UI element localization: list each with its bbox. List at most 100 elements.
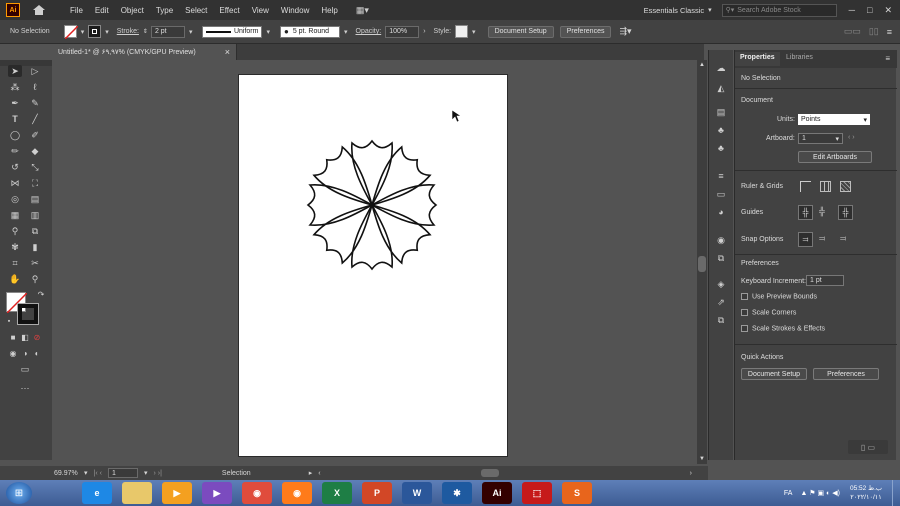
blend-tool-icon[interactable]: ⧉ xyxy=(28,225,42,237)
menu-type[interactable]: Type xyxy=(150,6,179,15)
snap-to-grid-icon[interactable]: ⫤ xyxy=(819,234,825,244)
shape-builder-tool-icon[interactable]: ◎ xyxy=(8,193,22,205)
scale-tool-icon[interactable]: ⤡ xyxy=(28,161,42,173)
quick-document-setup-button[interactable]: Document Setup xyxy=(741,368,807,380)
preferences-button[interactable]: Preferences xyxy=(559,25,612,38)
flower-petal[interactable] xyxy=(351,139,393,207)
magic-wand-tool-icon[interactable]: ⁂ xyxy=(8,81,22,93)
opacity-input[interactable]: 100% xyxy=(385,25,420,38)
more-tools-icon[interactable]: ⋯ xyxy=(18,382,32,394)
tab-libraries[interactable]: Libraries xyxy=(781,52,818,66)
first-artboard-icon[interactable]: |‹ ‹ xyxy=(94,470,102,477)
ellipse-tool-icon[interactable]: ◯ xyxy=(8,129,22,141)
taskbar-app-button[interactable]: ◉ xyxy=(242,482,272,504)
panel-menu-icon[interactable]: ≡ xyxy=(887,27,892,37)
menu-select[interactable]: Select xyxy=(179,6,213,15)
arrange-documents-icon[interactable]: ▦▾ xyxy=(356,5,369,16)
menu-object[interactable]: Object xyxy=(115,6,150,15)
scroll-down-icon[interactable]: ▼ xyxy=(699,456,705,462)
document-setup-button[interactable]: Document Setup xyxy=(487,25,554,38)
status-menu-icon[interactable]: ▸ xyxy=(309,469,313,477)
close-button[interactable]: ✕ xyxy=(884,5,892,16)
free-transform-tool-icon[interactable]: ⛶ xyxy=(28,177,42,189)
artboard-number-input[interactable]: 1 xyxy=(107,468,138,478)
draw-inside-icon[interactable]: ◐ xyxy=(30,347,44,359)
transparency-grid-icon[interactable] xyxy=(840,181,851,192)
eraser-tool-icon[interactable]: ◆ xyxy=(28,145,42,157)
export-icon[interactable]: ⇗ xyxy=(715,296,727,308)
color-panel-icon[interactable]: ◉ xyxy=(715,234,727,246)
transform-icon[interactable]: ▯▯ xyxy=(869,26,879,37)
menu-effect[interactable]: Effect xyxy=(213,6,245,15)
flower-petal[interactable] xyxy=(312,191,386,265)
curvature-tool-icon[interactable]: ✎ xyxy=(28,97,42,109)
home-icon[interactable] xyxy=(32,4,46,16)
perspective-grid-tool-icon[interactable]: ▤ xyxy=(28,193,42,205)
edit-artboards-button[interactable]: Edit Artboards xyxy=(798,151,872,163)
taskbar-app-button[interactable]: ◉ xyxy=(282,482,312,504)
chevron-down-icon[interactable]: ▾ xyxy=(344,28,348,36)
chevron-down-icon[interactable]: ▾ xyxy=(144,469,148,477)
brushes-icon[interactable]: ♣ xyxy=(715,142,727,154)
scroll-thumb[interactable] xyxy=(698,256,706,272)
language-indicator[interactable]: FA xyxy=(784,490,793,497)
units-dropdown[interactable]: Points ▾ xyxy=(798,114,870,125)
chevron-down-icon[interactable]: ▾ xyxy=(84,469,88,477)
horizontal-scroll-thumb[interactable] xyxy=(480,469,499,477)
workspace-switcher[interactable]: Essentials Classic xyxy=(644,6,704,15)
menu-window[interactable]: Window xyxy=(275,6,315,15)
align-icon[interactable]: ▭▭ xyxy=(844,26,861,37)
chevron-down-icon[interactable]: ▾ xyxy=(472,28,476,36)
lock-guides-icon[interactable]: ╬ xyxy=(819,207,825,216)
artboard[interactable] xyxy=(238,74,508,457)
scale-corners-checkbox[interactable]: Scale Corners xyxy=(741,309,796,316)
opacity-label[interactable]: Opacity: xyxy=(356,28,382,35)
chevron-down-icon[interactable]: ▾ xyxy=(81,28,85,36)
artboard-dropdown[interactable]: 1 ▾ xyxy=(798,133,843,144)
stroke-label[interactable]: Stroke: xyxy=(117,28,139,35)
smart-guides-icon[interactable]: ╬ xyxy=(838,205,853,220)
last-artboard-icon[interactable]: › ›| xyxy=(153,470,161,477)
close-tab-icon[interactable]: × xyxy=(225,47,230,57)
taskbar-app-button[interactable]: ✱ xyxy=(442,482,472,504)
chevron-down-icon[interactable]: ▾ xyxy=(189,28,193,36)
snap-to-pixel-icon[interactable]: ⫤ xyxy=(840,234,846,244)
stroke-swatch[interactable] xyxy=(88,25,102,38)
width-tool-icon[interactable]: ⋈ xyxy=(8,177,22,189)
paintbrush-tool-icon[interactable]: ✐ xyxy=(28,129,42,141)
maximize-button[interactable]: □ xyxy=(867,5,872,15)
variable-width-profile[interactable]: Uniform xyxy=(202,25,263,38)
show-guides-icon[interactable]: ╬ xyxy=(798,205,813,220)
taskbar-app-button[interactable] xyxy=(122,482,152,504)
mesh-tool-icon[interactable]: ▦ xyxy=(8,209,22,221)
artboard-nav-icons[interactable]: ‹ › xyxy=(848,134,855,141)
brush-definition[interactable]: ● 5 pt. Round xyxy=(279,25,340,38)
quick-preferences-button[interactable]: Preferences xyxy=(813,368,879,380)
document-tab[interactable]: Untitled-1* @ ۶۹,۹۷% (CMYK/GPU Preview) … xyxy=(52,44,237,60)
none-mode-icon[interactable]: ⊘ xyxy=(30,331,44,343)
vertical-scrollbar[interactable]: ▲ ▼ xyxy=(697,60,707,464)
scroll-up-icon[interactable]: ▲ xyxy=(699,62,705,68)
line-tool-icon[interactable]: ╱ xyxy=(28,113,42,125)
taskbar-app-button[interactable]: W xyxy=(402,482,432,504)
pen-tool-icon[interactable]: ✒ xyxy=(8,97,22,109)
lasso-tool-icon[interactable]: ℓ xyxy=(28,81,42,93)
artboard-tool-icon[interactable]: ⌗ xyxy=(8,257,22,269)
stroke-weight-input[interactable]: 2 pt xyxy=(150,25,185,38)
flower-petal[interactable] xyxy=(351,203,393,271)
scroll-left-icon[interactable]: ‹ xyxy=(318,470,320,477)
use-preview-bounds-checkbox[interactable]: Use Preview Bounds xyxy=(741,293,817,300)
zoom-tool-icon[interactable]: ⚲ xyxy=(28,273,42,285)
flower-petal[interactable] xyxy=(312,145,386,219)
panel-menu-icon[interactable]: ≡ xyxy=(885,54,890,63)
selection-tool-icon[interactable]: ➤ xyxy=(8,65,22,77)
taskbar-app-button[interactable]: e xyxy=(82,482,112,504)
scroll-right-icon[interactable]: › xyxy=(690,470,692,477)
ruler-icon[interactable] xyxy=(800,181,811,192)
rotate-tool-icon[interactable]: ↺ xyxy=(8,161,22,173)
flower-petal[interactable] xyxy=(306,184,374,226)
stock-search-field[interactable]: ⚲▾ Search Adobe Stock xyxy=(721,3,837,17)
fill-swatch[interactable] xyxy=(63,25,78,39)
screen-mode-icon[interactable]: ▭ xyxy=(18,363,32,375)
gradient-panel-icon[interactable]: ▭ xyxy=(715,188,727,200)
